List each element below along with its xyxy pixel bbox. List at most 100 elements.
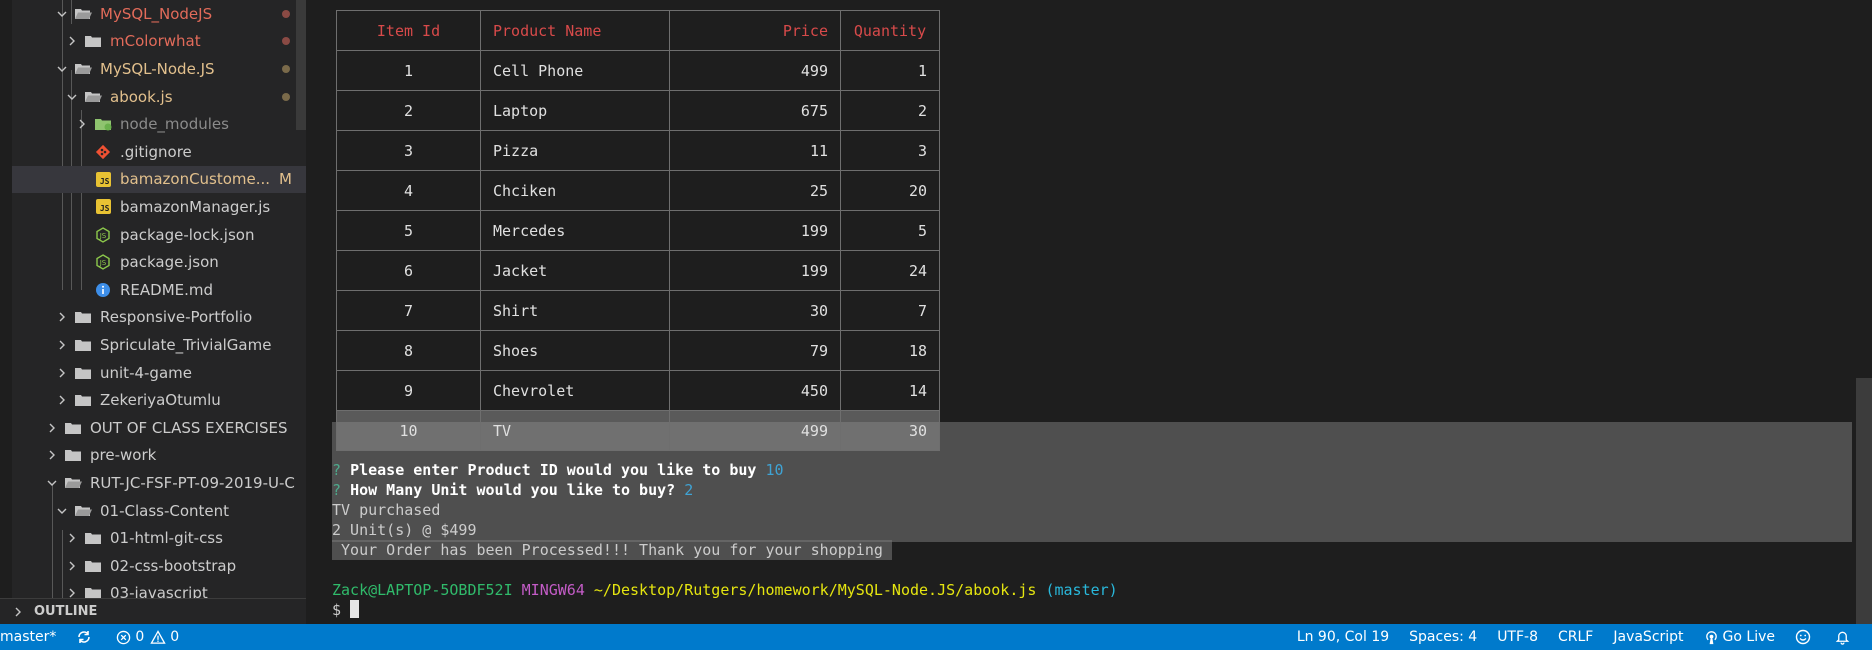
- folder-open-icon: [74, 6, 92, 22]
- cell-item-id: 8: [336, 330, 481, 371]
- feedback-button[interactable]: [1785, 624, 1825, 650]
- cell-price: 199: [669, 250, 841, 291]
- command-input-line[interactable]: $: [332, 600, 360, 620]
- tree-folder-zekeriyaotumlu[interactable]: ZekeriyaOtumlu: [12, 386, 306, 414]
- tree-label: 02-css-bootstrap: [110, 556, 237, 575]
- sidebar-scrollbar[interactable]: [296, 0, 306, 130]
- table-row: 8 Shoes 79 18: [336, 330, 940, 371]
- tree-folder-out-of-class[interactable]: OUT OF CLASS EXERCISES: [12, 414, 306, 442]
- tree-file-bamazoncustomer[interactable]: JS bamazonCustome... M: [12, 165, 306, 194]
- cell-product-name: TV: [480, 410, 670, 451]
- tree-label: Spriculate_TrivialGame: [100, 335, 272, 354]
- encoding-item[interactable]: UTF-8: [1487, 624, 1548, 650]
- tree-folder-mysql-node-js[interactable]: MySQL-Node.JS: [12, 55, 306, 83]
- problems-item[interactable]: 0 0: [106, 624, 189, 650]
- shell-prompt-line: Zack@LAPTOP-5OBDF52I MINGW64 ~/Desktop/R…: [332, 580, 1118, 600]
- tree-folder-mysql-nodejs[interactable]: MySQL_NodeJS: [12, 0, 306, 28]
- folder-open-icon: [64, 475, 82, 491]
- cell-item-id: 9: [336, 370, 481, 411]
- cell-product-name: Chciken: [480, 170, 670, 211]
- error-count: 0: [135, 629, 145, 645]
- tree-label: bamazonCustome...: [120, 170, 271, 189]
- indentation-item[interactable]: Spaces: 4: [1399, 624, 1487, 650]
- cell-price: 499: [669, 410, 841, 451]
- eol-item[interactable]: CRLF: [1548, 624, 1603, 650]
- cell-item-id: 10: [336, 410, 481, 451]
- chevron-down-icon: [44, 475, 60, 491]
- git-branch-item[interactable]: master*: [0, 624, 66, 650]
- tree-file-package-json[interactable]: JS package.json: [12, 248, 306, 276]
- cell-product-name: Laptop: [480, 90, 670, 131]
- outline-section-header[interactable]: OUTLINE: [0, 598, 306, 624]
- cell-item-id: 6: [336, 250, 481, 291]
- tree-folder-abook-js[interactable]: abook.js: [12, 83, 306, 111]
- chevron-down-icon: [54, 6, 70, 22]
- tree-folder-node-modules[interactable]: node_modules: [12, 110, 306, 138]
- prompt-path: ~/Desktop/Rutgers/homework/MySQL-Node.JS…: [593, 581, 1037, 599]
- broadcast-icon: [1705, 630, 1717, 644]
- tree-folder-class-content[interactable]: 01-Class-Content: [12, 497, 306, 525]
- tree-label: MySQL_NodeJS: [100, 4, 213, 23]
- tree-label: package-lock.json: [120, 225, 255, 244]
- prompt-answer: 10: [765, 461, 784, 479]
- col-header-product-name: Product Name: [480, 10, 670, 51]
- chevron-right-icon: [54, 309, 70, 325]
- terminal-scrollbar[interactable]: [1856, 378, 1872, 624]
- tree-folder-responsive-portfolio[interactable]: Responsive-Portfolio: [12, 304, 306, 332]
- chevron-right-icon: [54, 365, 70, 381]
- tree-label: 01-Class-Content: [100, 501, 230, 520]
- prompt-text: Please enter Product ID would you like t…: [350, 461, 757, 479]
- tree-file-readme[interactable]: README.md: [12, 276, 306, 304]
- folder-open-icon: [84, 89, 102, 105]
- terminal-panel[interactable]: Item Id Product Name Price Quantity 1 Ce…: [306, 0, 1872, 624]
- cursor-position-item[interactable]: Ln 90, Col 19: [1287, 624, 1399, 650]
- cell-quantity: 30: [840, 410, 940, 451]
- tree-label: OUT OF CLASS EXERCISES: [90, 418, 288, 437]
- go-live-button[interactable]: Go Live: [1694, 624, 1785, 650]
- tree-label: README.md: [120, 280, 214, 299]
- cell-item-id: 5: [336, 210, 481, 251]
- cell-price: 25: [669, 170, 841, 211]
- tree-folder-pre-work[interactable]: pre-work: [12, 442, 306, 470]
- prompt-shell: MINGW64: [521, 581, 585, 599]
- tree-file-bamazonmanager[interactable]: JS bamazonManager.js: [12, 193, 306, 221]
- tree-file-package-lock[interactable]: JS package-lock.json: [12, 221, 306, 249]
- cell-quantity: 1: [840, 50, 940, 91]
- tree-label: unit-4-game: [100, 363, 192, 382]
- tree-folder-html-git-css[interactable]: 01-html-git-css: [12, 524, 306, 552]
- chevron-down-icon: [64, 89, 80, 105]
- tree-label: node_modules: [120, 115, 229, 134]
- tree-folder-rut-jc[interactable]: RUT-JC-FSF-PT-09-2019-U-C: [12, 469, 306, 497]
- chevron-right-icon: [54, 392, 70, 408]
- tree-folder-spriculate[interactable]: Spriculate_TrivialGame: [12, 331, 306, 359]
- language-mode-item[interactable]: JavaScript: [1603, 624, 1693, 650]
- folder-icon: [84, 530, 102, 546]
- terminal-cursor: [350, 600, 360, 618]
- chevron-right-icon: [64, 530, 80, 546]
- tree-label: abook.js: [110, 87, 173, 106]
- prompt-text: How Many Unit would you like to buy?: [350, 481, 676, 499]
- sync-button[interactable]: [66, 624, 106, 650]
- col-header-item-id: Item Id: [336, 10, 481, 51]
- status-dot: [282, 37, 290, 46]
- tree-file-gitignore[interactable]: .gitignore: [12, 138, 306, 166]
- outline-label: OUTLINE: [34, 604, 98, 619]
- cell-quantity: 7: [840, 290, 940, 331]
- cell-price: 199: [669, 210, 841, 251]
- notifications-button[interactable]: [1825, 624, 1872, 650]
- tree-folder-unit-4-game[interactable]: unit-4-game: [12, 359, 306, 387]
- status-dot: [282, 9, 290, 18]
- cell-product-name: Jacket: [480, 250, 670, 291]
- bell-icon: [1835, 631, 1850, 645]
- tree-folder-mcolorwhat[interactable]: mColorwhat: [12, 28, 306, 56]
- folder-icon: [84, 558, 102, 574]
- cell-product-name: Cell Phone: [480, 50, 670, 91]
- table-row: 9 Chevrolet 450 14: [336, 370, 940, 411]
- cell-quantity: 24: [840, 250, 940, 291]
- git-icon: [94, 144, 112, 160]
- cell-quantity: 18: [840, 330, 940, 371]
- chevron-right-icon: [74, 116, 90, 132]
- status-bar: master* 0 0 Ln 90, Col 19 Spaces: 4 UTF-…: [0, 624, 1872, 650]
- tree-folder-css-bootstrap[interactable]: 02-css-bootstrap: [12, 552, 306, 580]
- node-json-icon: JS: [94, 226, 112, 243]
